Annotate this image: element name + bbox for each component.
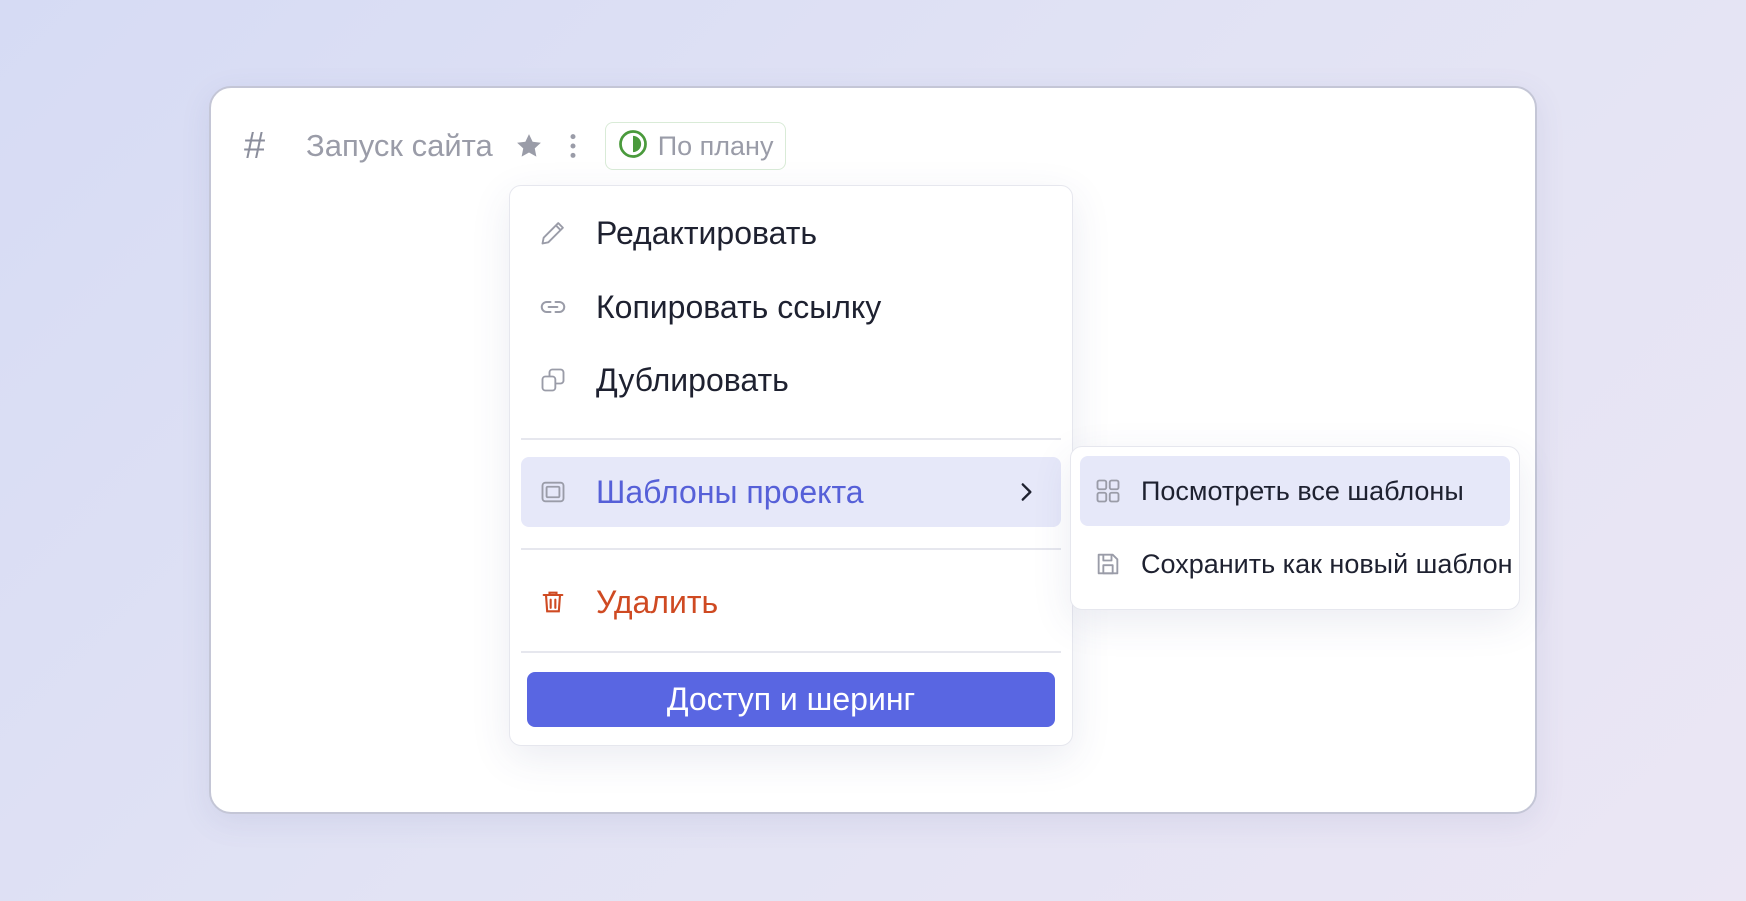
submenu-item-view-all-templates[interactable]: Посмотреть все шаблоны	[1080, 456, 1510, 526]
menu-item-label: Редактировать	[596, 214, 818, 251]
menu-divider	[521, 438, 1061, 440]
menu-item-label: Шаблоны проекта	[596, 473, 864, 510]
submenu-item-label: Сохранить как новый шаблон	[1141, 548, 1513, 579]
trash-icon	[537, 586, 569, 618]
chevron-right-icon	[1013, 479, 1039, 510]
save-icon	[1094, 550, 1122, 578]
menu-item-project-templates[interactable]: Шаблоны проекта	[521, 457, 1061, 527]
link-icon	[537, 291, 569, 323]
hash-icon: #	[244, 125, 266, 167]
template-icon	[537, 476, 569, 508]
project-title[interactable]: Запуск сайта	[306, 128, 493, 164]
submenu-item-save-as-template[interactable]: Сохранить как новый шаблон	[1080, 529, 1513, 599]
menu-divider	[521, 548, 1061, 550]
half-circle-status-icon	[618, 129, 648, 164]
pencil-icon	[537, 217, 569, 249]
duplicate-icon	[537, 364, 569, 396]
menu-item-copy-link[interactable]: Копировать ссылку	[521, 272, 1061, 342]
share-access-button[interactable]: Доступ и шеринг	[527, 672, 1055, 727]
menu-item-label: Удалить	[596, 583, 719, 620]
status-label: По плану	[657, 130, 774, 161]
project-header: # Запуск сайта По плану	[244, 116, 787, 176]
templates-submenu: Посмотреть все шаблоны Сохранить как нов…	[1070, 446, 1520, 610]
menu-item-delete[interactable]: Удалить	[521, 567, 1061, 637]
menu-item-label: Дублировать	[596, 361, 789, 398]
submenu-item-label: Посмотреть все шаблоны	[1141, 475, 1464, 506]
menu-divider	[521, 651, 1061, 653]
menu-item-edit[interactable]: Редактировать	[521, 198, 1061, 268]
project-context-menu: Редактировать Копировать ссылку Дублиров…	[509, 185, 1073, 746]
more-vertical-icon[interactable]	[551, 124, 595, 168]
star-icon[interactable]	[507, 124, 551, 168]
menu-item-label: Копировать ссылку	[596, 288, 882, 325]
status-badge[interactable]: По плану	[604, 122, 787, 170]
grid-icon	[1094, 477, 1122, 505]
menu-item-duplicate[interactable]: Дублировать	[521, 345, 1061, 415]
